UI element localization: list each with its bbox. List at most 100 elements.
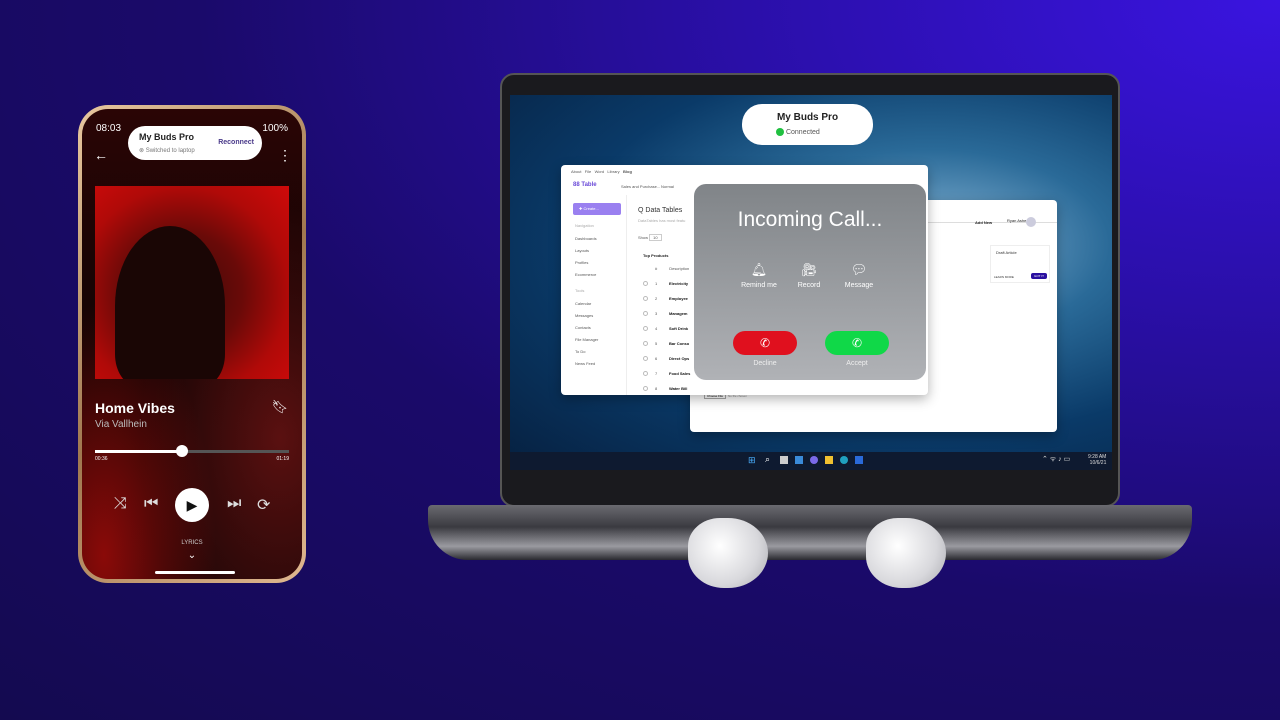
avatar[interactable]: [1026, 217, 1036, 227]
buds-notification[interactable]: My Buds Pro ⊗ Switched to laptop Reconne…: [128, 126, 262, 160]
tool-news-feed[interactable]: News Feed: [575, 358, 598, 370]
laptop-base: [428, 505, 1192, 560]
menu-library[interactable]: Library: [607, 169, 619, 174]
word-icon[interactable]: [855, 456, 863, 464]
lyrics-label[interactable]: LYRICS: [82, 540, 302, 546]
user-name: Ryan Asher: [1007, 218, 1028, 223]
menu-about[interactable]: About: [571, 169, 581, 174]
nav-layouts[interactable]: Layouts: [575, 245, 597, 257]
row-description: Water Bill: [669, 386, 688, 391]
menu-bar: About File Word Library Blog: [571, 169, 632, 174]
got-it-button[interactable]: GOT IT: [1031, 273, 1047, 279]
decline-button[interactable]: ✆: [733, 331, 797, 355]
row-number: 8: [655, 386, 658, 391]
row-checkbox[interactable]: [643, 386, 648, 391]
connected-status-icon: [776, 128, 784, 136]
nav-dashboards[interactable]: Dashboards: [575, 233, 597, 245]
tool-to-do[interactable]: To Do: [575, 346, 598, 358]
album-art: [95, 186, 289, 379]
show-label: Show: [638, 235, 649, 240]
call-action-remind-me[interactable]: 🔔︎ Remind me: [734, 262, 784, 289]
tool-calendar[interactable]: Calendar: [575, 298, 598, 310]
add-new-button[interactable]: Add New: [975, 220, 992, 225]
tool-messages[interactable]: Messages: [575, 310, 598, 322]
previous-icon[interactable]: ⏮: [144, 495, 158, 513]
nav-ecommerce[interactable]: Ecommerce: [575, 269, 597, 281]
table-row[interactable]: 5 Bar Conso: [643, 341, 693, 356]
next-icon[interactable]: ⏭: [227, 495, 241, 513]
play-button[interactable]: ▶: [175, 488, 209, 522]
doc-name[interactable]: Sales and Purchase...: [621, 184, 660, 189]
duration: 01:19: [276, 456, 289, 462]
menu-file[interactable]: File: [585, 169, 591, 174]
row-checkbox[interactable]: [643, 296, 648, 301]
menu-word[interactable]: Word: [595, 169, 604, 174]
notification-title: My Buds Pro: [139, 132, 195, 142]
col-number: #: [655, 266, 658, 271]
nav-profiles[interactable]: Profiles: [575, 257, 597, 269]
call-action-message[interactable]: 💬︎ Message: [834, 262, 884, 289]
menu-blog[interactable]: Blog: [623, 169, 632, 174]
table-row[interactable]: 6 Direct Ops: [643, 356, 693, 371]
start-icon[interactable]: ⊞: [748, 455, 756, 466]
task-view-icon[interactable]: [780, 456, 788, 464]
portrait-silhouette: [115, 226, 225, 379]
row-checkbox[interactable]: [643, 371, 648, 376]
table-row[interactable]: 3 Managem: [643, 311, 693, 326]
progress-knob[interactable]: [176, 445, 189, 457]
table-row[interactable]: 7 Food Sales: [643, 371, 693, 386]
clock-date: 10/6/21: [1089, 460, 1107, 466]
shuffle-icon[interactable]: ⤨: [114, 495, 127, 513]
tool-contacts[interactable]: Contacts: [575, 322, 598, 334]
file-explorer-icon[interactable]: [825, 456, 833, 464]
widgets-icon[interactable]: [795, 456, 803, 464]
more-options-icon[interactable]: ⋮: [278, 147, 292, 164]
tray-icons[interactable]: ⌃ ᯤ ♪ ▭: [1042, 455, 1070, 464]
chevron-down-icon[interactable]: ⌄: [82, 550, 302, 561]
accept-button[interactable]: ✆: [825, 331, 889, 355]
elapsed-time: 00:36: [95, 456, 108, 462]
reconnect-button[interactable]: Reconnect: [218, 139, 254, 146]
track-artist: Via Vallhein: [95, 419, 147, 430]
tools-list: Calendar Messages Contacts File Manager To D…: [575, 298, 598, 370]
page-title: Q Data Tables: [638, 207, 683, 214]
row-checkbox[interactable]: [643, 326, 648, 331]
search-icon[interactable]: ⌕: [765, 454, 770, 465]
row-checkbox[interactable]: [643, 311, 648, 316]
video-camera-icon: 🎥︎: [800, 262, 818, 277]
mode-select[interactable]: Normal: [661, 184, 674, 189]
chat-bubble-icon: 💬︎: [850, 262, 868, 277]
learn-more-link[interactable]: LEARN MORE: [994, 275, 1014, 279]
decline-label: Decline: [753, 360, 777, 367]
back-arrow-icon[interactable]: ←: [94, 147, 108, 163]
row-description: Employee: [669, 296, 688, 301]
row-description: Food Sales: [669, 371, 691, 376]
row-checkbox[interactable]: [643, 341, 648, 346]
table-row[interactable]: 1 Electricity: [643, 281, 693, 296]
smartphone: 08:03 100% My Buds Pro ⊗ Switched to lap…: [78, 105, 306, 583]
phone-screen: 08:03 100% My Buds Pro ⊗ Switched to lap…: [82, 109, 302, 579]
row-number: 2: [655, 296, 658, 301]
edge-icon[interactable]: [840, 456, 848, 464]
logo-text: Table: [581, 182, 597, 188]
table-row[interactable]: 2 Employee: [643, 296, 693, 311]
page-subtitle: DataTables has most featu: [638, 218, 686, 223]
nav-heading: Navigation: [575, 223, 594, 228]
repeat-icon[interactable]: ⟳: [257, 495, 270, 515]
row-checkbox[interactable]: [643, 356, 648, 361]
laptop-icon: ⊗: [139, 148, 146, 154]
entries-select[interactable]: 10: [649, 234, 662, 241]
create-button[interactable]: ✚ Create...: [573, 203, 621, 215]
left-earbud: [688, 518, 768, 588]
progress-fill: [95, 450, 183, 453]
right-earbud: [866, 518, 946, 588]
progress-slider[interactable]: [95, 445, 289, 457]
call-action-record[interactable]: 🎥︎ Record: [784, 262, 834, 289]
tool-file-manager[interactable]: File Manager: [575, 334, 598, 346]
app-logo: 88 Table: [573, 182, 597, 188]
row-checkbox[interactable]: [643, 281, 648, 286]
table-row[interactable]: 8 Water Bill: [643, 386, 693, 395]
chat-icon[interactable]: [810, 456, 818, 464]
bookmark-icon[interactable]: 🔖︎: [271, 399, 288, 415]
table-row[interactable]: 4 Soft Drink: [643, 326, 693, 341]
